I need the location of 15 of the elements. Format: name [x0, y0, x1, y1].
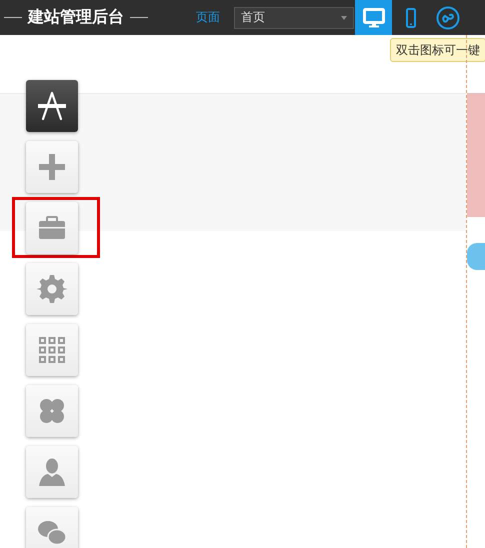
- compass-icon: [36, 90, 68, 122]
- plus-icon: [36, 151, 68, 183]
- phone-icon: [406, 8, 416, 28]
- desktop-icon: [362, 8, 384, 28]
- tool-button[interactable]: [26, 80, 78, 132]
- tooltip: 双击图标可一键: [390, 38, 485, 62]
- app-title: 建站管理后台: [28, 7, 124, 28]
- user-icon: [36, 456, 68, 488]
- link-icon: [436, 6, 460, 30]
- page-select[interactable]: 首页: [234, 6, 354, 28]
- device-button[interactable]: [355, 0, 392, 35]
- caret-icon: [341, 16, 347, 20]
- gear-icon: [36, 273, 68, 305]
- grid-icon: [36, 334, 68, 366]
- page-label: 页面: [196, 9, 221, 26]
